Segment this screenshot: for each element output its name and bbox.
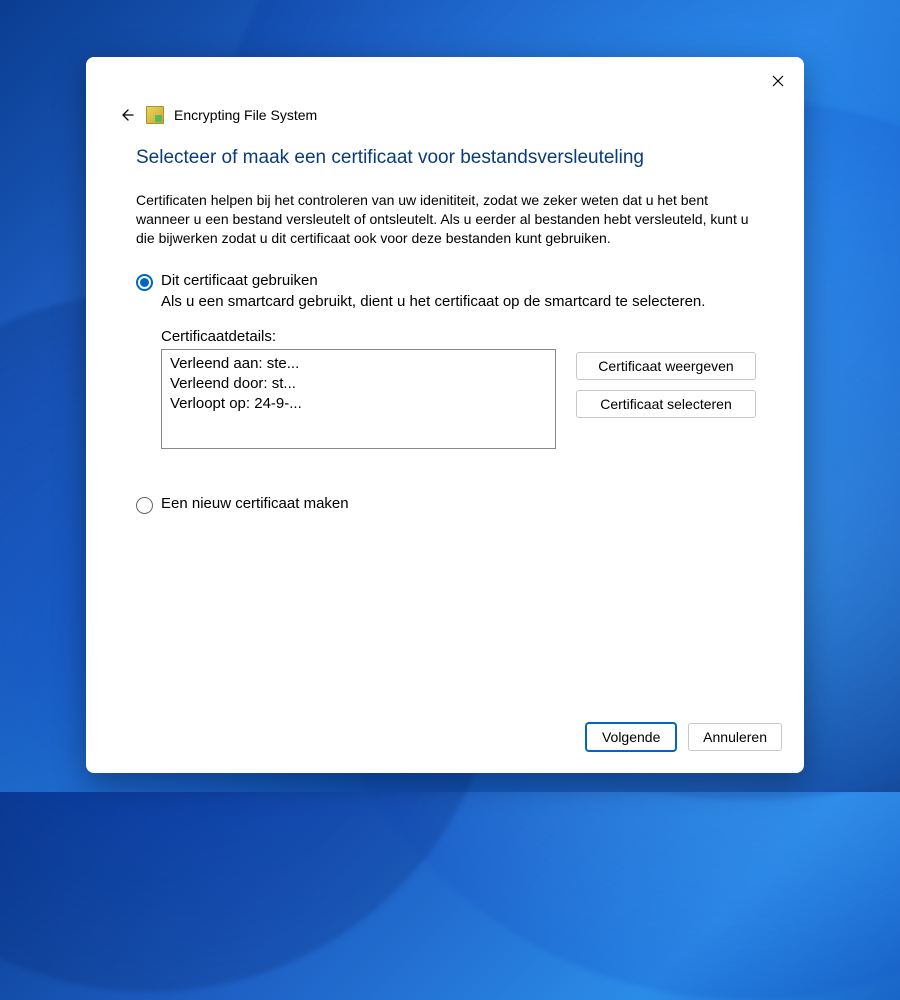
dialog-content: Selecteer of maak een certificaat voor b… [86,147,804,709]
view-certificate-button[interactable]: Certificaat weergeven [576,352,756,380]
close-button[interactable] [766,69,790,93]
cert-issued-by: Verleend door: st... [170,374,547,394]
radio-use-certificate-label: Dit certificaat gebruiken [161,272,318,289]
radio-use-certificate-sublabel: Als u een smartcard gebruikt, dient u he… [161,293,754,310]
dialog-footer: Volgende Annuleren [86,709,804,773]
option-new-certificate[interactable]: Een nieuw certificaat maken [136,495,754,514]
dialog-title: Encrypting File System [174,107,317,123]
cancel-button[interactable]: Annuleren [688,723,782,751]
certificate-details-area: Certificaatdetails: Verleend aan: ste...… [161,328,754,449]
next-button[interactable]: Volgende [586,723,676,751]
efs-app-icon [146,106,164,124]
page-heading: Selecteer of maak een certificaat voor b… [136,147,754,169]
select-certificate-button[interactable]: Certificaat selecteren [576,390,756,418]
dialog-header: Encrypting File System [86,57,804,147]
cert-issued-to: Verleend aan: ste... [170,354,547,374]
certificate-details-label: Certificaatdetails: [161,328,556,345]
certificate-details-box: Verleend aan: ste... Verleend door: st..… [161,349,556,449]
back-button[interactable] [116,105,136,125]
arrow-left-icon [118,107,134,123]
radio-new-certificate-label: Een nieuw certificaat maken [161,495,349,512]
cert-expires-on: Verloopt op: 24-9-... [170,394,547,414]
efs-wizard-dialog: Encrypting File System Selecteer of maak… [86,57,804,773]
page-description: Certificaten helpen bij het controleren … [136,191,754,248]
close-icon [772,75,784,87]
radio-use-certificate[interactable] [136,274,153,291]
option-use-certificate[interactable]: Dit certificaat gebruiken [136,272,754,291]
radio-new-certificate[interactable] [136,497,153,514]
